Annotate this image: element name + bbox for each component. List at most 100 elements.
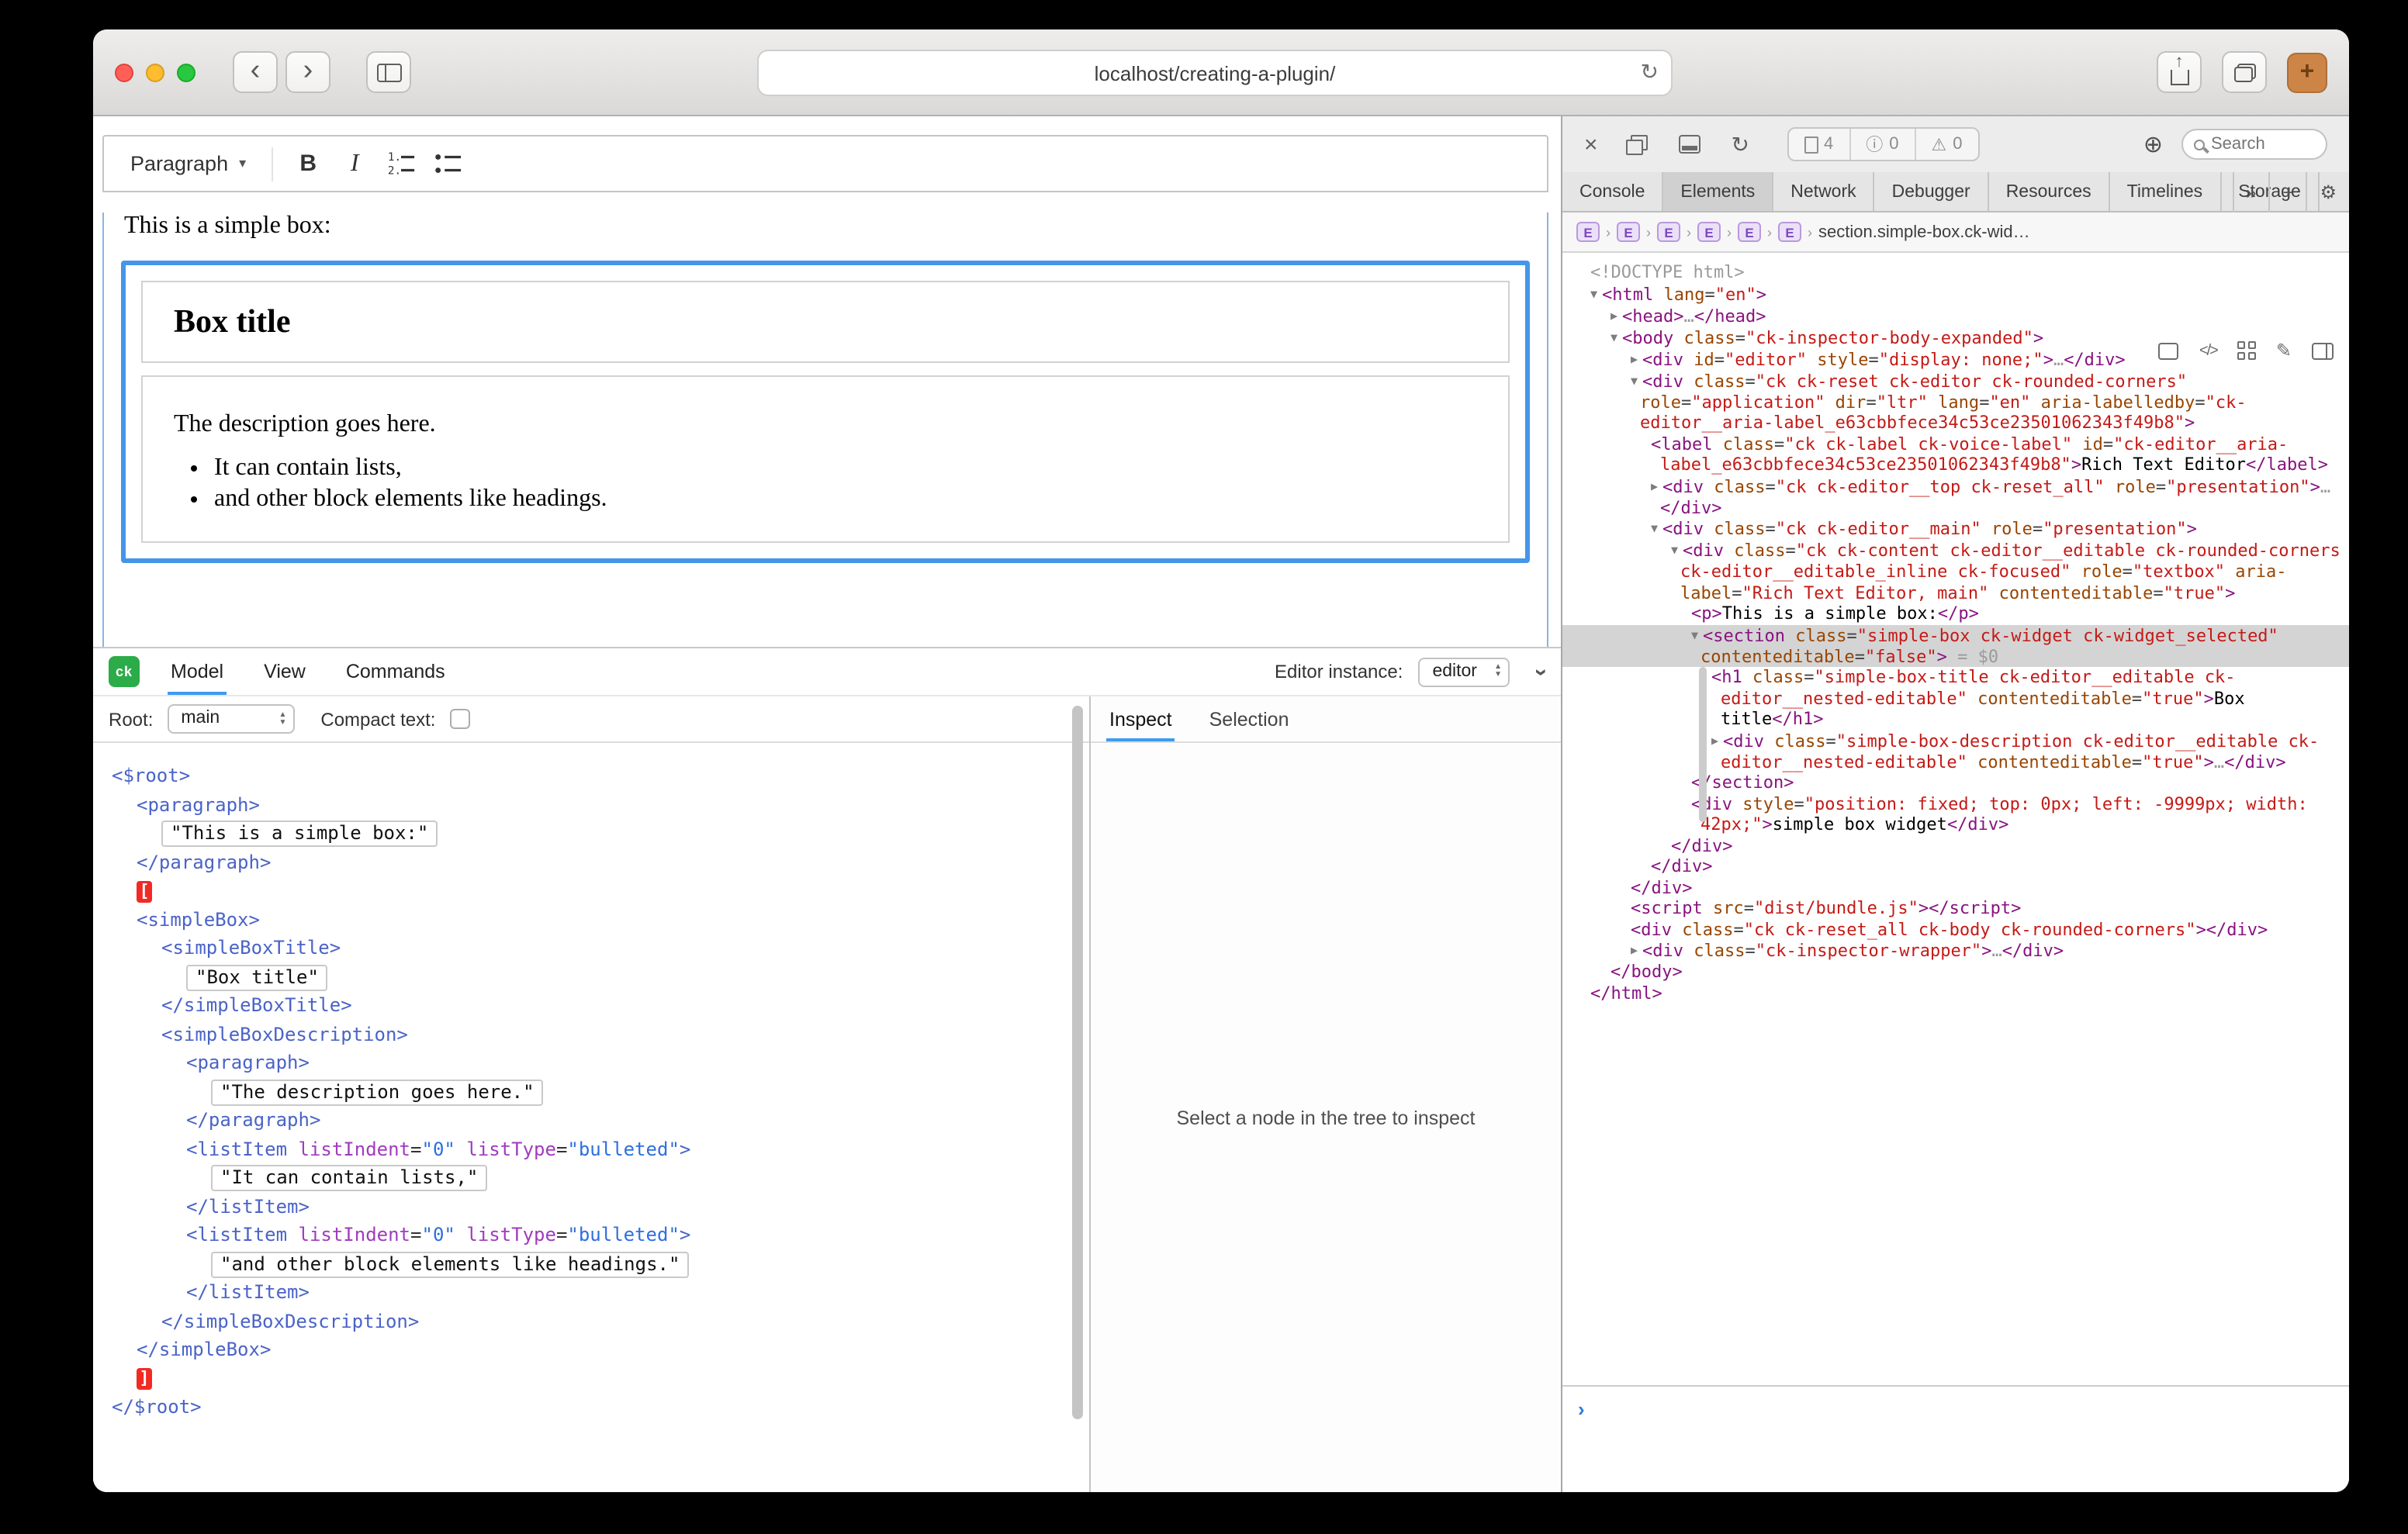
model-tree-node[interactable]: </paragraph> bbox=[93, 1106, 1089, 1135]
dom-tree-node[interactable]: <!DOCTYPE html> bbox=[1562, 262, 2349, 283]
dom-tree-node[interactable]: ▶<div class="ck ck-editor__top ck-reset_… bbox=[1562, 475, 2349, 518]
model-tree-node[interactable]: </listItem> bbox=[93, 1192, 1089, 1221]
editor-instance-select[interactable]: editor ▲▼ bbox=[1418, 657, 1510, 686]
dom-tree-node[interactable]: ▼<div class="ck ck-content ck-editor__ed… bbox=[1562, 540, 2349, 603]
disclosure-triangle-icon[interactable]: ▼ bbox=[1691, 627, 1698, 641]
dock-bottom-icon[interactable] bbox=[1679, 135, 1700, 154]
add-tab-button[interactable]: + bbox=[2268, 172, 2306, 212]
disclosure-triangle-icon[interactable]: ▶ bbox=[1631, 351, 1638, 365]
model-tree-node[interactable]: <simpleBoxDescription> bbox=[93, 1020, 1089, 1049]
tab-timelines[interactable]: Timelines bbox=[2110, 172, 2222, 211]
search-input[interactable] bbox=[2211, 135, 2315, 154]
tab-console[interactable]: Console bbox=[1562, 172, 1663, 211]
edit-pencil-icon[interactable]: ✎ bbox=[2276, 340, 2292, 361]
tab-selection[interactable]: Selection bbox=[1209, 696, 1289, 741]
compact-text-checkbox[interactable] bbox=[449, 709, 469, 729]
dom-tree-node[interactable]: ▼<div class="ck ck-editor__main" role="p… bbox=[1562, 518, 2349, 540]
intro-paragraph[interactable]: This is a simple box: bbox=[124, 212, 1527, 240]
dom-tree-node[interactable]: </body> bbox=[1562, 962, 2349, 983]
dom-tree-node[interactable]: <div class="ck ck-reset_all ck-body ck-r… bbox=[1562, 919, 2349, 940]
model-tree-node[interactable]: <paragraph> bbox=[93, 1049, 1089, 1077]
model-tree-node[interactable]: <listItem listIndent="0" listType="bulle… bbox=[93, 1135, 1089, 1163]
dom-tree-node[interactable]: ▼<div class="ck ck-reset ck-editor ck-ro… bbox=[1562, 370, 2349, 434]
model-tree-node[interactable]: [ bbox=[93, 876, 1089, 905]
model-tree-node[interactable]: <simpleBox> bbox=[93, 905, 1089, 934]
disclosure-triangle-icon[interactable]: ▶ bbox=[1651, 479, 1658, 492]
dom-tree-node[interactable]: </html> bbox=[1562, 983, 2349, 1004]
minimize-window-button[interactable] bbox=[146, 63, 164, 81]
source-code-icon[interactable]: </> bbox=[2199, 342, 2217, 359]
text-node-box[interactable]: "Box title" bbox=[186, 964, 328, 990]
back-button[interactable]: ‹ bbox=[233, 51, 278, 93]
tab-elements[interactable]: Elements bbox=[1663, 172, 1773, 211]
tab-debugger[interactable]: Debugger bbox=[1875, 172, 1989, 211]
model-tree-node[interactable]: <$root> bbox=[93, 762, 1089, 790]
address-bar[interactable]: localhost/creating-a-plugin/ ↻ bbox=[757, 50, 1673, 96]
breadcrumb-element-badge[interactable]: E bbox=[1778, 222, 1801, 242]
print-icon[interactable] bbox=[2159, 342, 2179, 359]
italic-button[interactable]: I bbox=[331, 142, 378, 185]
sidebar-button[interactable] bbox=[366, 51, 411, 93]
text-node-box[interactable]: "The description goes here." bbox=[211, 1079, 544, 1105]
editor-editable-area[interactable]: This is a simple box: Box title The desc… bbox=[102, 212, 1548, 653]
layout-grid-icon[interactable] bbox=[2237, 341, 2256, 360]
collapse-inspector-button[interactable]: › bbox=[1528, 668, 1555, 675]
dom-tree-node[interactable]: ▶<div class="simple-box-description ck-e… bbox=[1562, 730, 2349, 772]
dom-tree-node[interactable]: <label class="ck ck-label ck-voice-label… bbox=[1562, 434, 2349, 475]
model-tree-node[interactable]: <paragraph> bbox=[93, 790, 1089, 819]
reload-icon[interactable]: ↻ bbox=[1732, 131, 1749, 157]
numbered-list-button[interactable]: 1.2. bbox=[378, 142, 424, 185]
dom-tree-node[interactable]: </div> bbox=[1562, 877, 2349, 898]
dom-tree-node[interactable]: <p>This is a simple box:</p> bbox=[1562, 603, 2349, 624]
dom-tree-node[interactable]: ▼<html lang="en"> bbox=[1562, 283, 2349, 305]
root-select[interactable]: main ▲▼ bbox=[167, 704, 294, 734]
console-info-count[interactable]: ⓘ 0 bbox=[1849, 129, 1914, 160]
simple-box-title-editable[interactable]: Box title bbox=[141, 281, 1510, 363]
tab-resources[interactable]: Resources bbox=[1989, 172, 2110, 211]
model-tree-node[interactable]: </simpleBoxDescription> bbox=[93, 1307, 1089, 1335]
model-tree-node[interactable]: </simpleBoxTitle> bbox=[93, 991, 1089, 1020]
model-tree-node[interactable]: ] bbox=[93, 1364, 1089, 1393]
tab-network[interactable]: Network bbox=[1773, 172, 1874, 211]
dom-tree-node[interactable]: </div> bbox=[1562, 856, 2349, 877]
model-tree-node[interactable]: </$root> bbox=[93, 1393, 1089, 1422]
tab-overflow-button[interactable]: » bbox=[2232, 172, 2268, 212]
share-button[interactable] bbox=[2157, 51, 2202, 93]
simple-box-widget[interactable]: Box title The description goes here. It … bbox=[121, 261, 1530, 563]
breadcrumb-element-badge[interactable]: E bbox=[1657, 222, 1680, 242]
model-tree-node[interactable]: <listItem listIndent="0" listType="bulle… bbox=[93, 1221, 1089, 1249]
dom-tree-node[interactable]: <h1 class="simple-box-title ck-editor__e… bbox=[1562, 667, 2349, 730]
model-tree-node[interactable]: </simpleBox> bbox=[93, 1335, 1089, 1364]
simple-box-description-editable[interactable]: The description goes here. It can contai… bbox=[141, 375, 1510, 543]
dom-tree-node[interactable]: </div> bbox=[1562, 835, 2349, 856]
tab-commands[interactable]: Commands bbox=[346, 648, 445, 695]
disclosure-triangle-icon[interactable]: ▼ bbox=[1631, 373, 1638, 387]
tab-model[interactable]: Model bbox=[171, 648, 223, 695]
model-tree-node[interactable]: "The description goes here." bbox=[93, 1077, 1089, 1106]
box-title-heading[interactable]: Box title bbox=[174, 302, 1477, 341]
quick-console[interactable]: › bbox=[1562, 1385, 2349, 1492]
breadcrumb-element-badge[interactable]: E bbox=[1738, 222, 1761, 242]
undock-icon[interactable] bbox=[1626, 134, 1648, 154]
model-tree-node[interactable]: <simpleBoxTitle> bbox=[93, 934, 1089, 962]
dom-tree-node[interactable]: </section> bbox=[1562, 772, 2349, 793]
element-picker-button[interactable]: ⊕ bbox=[2143, 130, 2163, 158]
breadcrumb-element-badge[interactable]: E bbox=[1617, 222, 1640, 242]
text-node-box[interactable]: "This is a simple box:" bbox=[161, 821, 438, 847]
breadcrumb-element-badge[interactable]: E bbox=[1576, 222, 1600, 242]
disclosure-triangle-icon[interactable]: ▶ bbox=[1711, 733, 1718, 747]
inspector-search[interactable] bbox=[2181, 129, 2327, 160]
model-tree-node[interactable]: "This is a simple box:" bbox=[93, 819, 1089, 848]
forward-button[interactable]: › bbox=[285, 51, 330, 93]
text-node-box[interactable]: "It can contain lists," bbox=[211, 1165, 487, 1191]
text-node-box[interactable]: "and other block elements like headings.… bbox=[211, 1251, 689, 1277]
reload-page-icon[interactable]: ↻ bbox=[1641, 59, 1659, 85]
disclosure-triangle-icon[interactable]: ▶ bbox=[1611, 308, 1617, 322]
model-tree-node[interactable]: "Box title" bbox=[93, 962, 1089, 991]
disclosure-triangle-icon[interactable]: ▼ bbox=[1651, 521, 1658, 535]
tab-view[interactable]: View bbox=[264, 648, 306, 695]
description-paragraph[interactable]: The description goes here. bbox=[174, 411, 1477, 439]
disclosure-triangle-icon[interactable]: ▶ bbox=[1631, 943, 1638, 957]
resource-count[interactable]: 4 bbox=[1788, 129, 1849, 160]
list-item[interactable]: It can contain lists, bbox=[214, 454, 1477, 482]
